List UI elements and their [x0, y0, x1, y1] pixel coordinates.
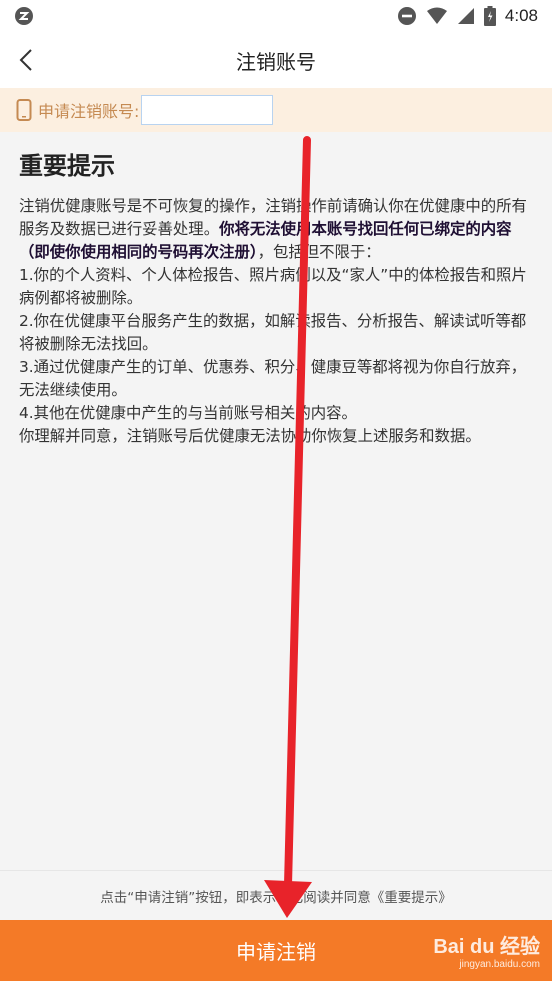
notice-item: 4.其他在优健康中产生的与当前账号相关的内容。 [19, 404, 357, 422]
notice-item: 1.你的个人资料、个人体检报告、照片病例以及“家人”中的体检报告和照片病例都将被… [19, 266, 527, 307]
status-bar: 4:08 [0, 0, 552, 32]
apply-deregister-button[interactable]: 申请注销 [0, 920, 552, 981]
status-icons: 4:08 [397, 6, 538, 26]
notice-content: 重要提示 注销优健康账号是不可恢复的操作，注销操作前请确认你在优健康中的所有服务… [0, 132, 552, 870]
notice-title: 重要提示 [19, 152, 115, 180]
account-label: 申请注销账号: [38, 102, 140, 121]
do-not-disturb-icon [397, 7, 416, 25]
notice-closing: 你理解并同意，注销账号后优健康无法协助你恢复上述服务和数据。 [19, 427, 481, 445]
chevron-left-icon [19, 49, 32, 71]
agreement-hint: 点击“申请注销”按钮，即表示你已阅读并同意《重要提示》 [0, 870, 552, 920]
status-time: 4:08 [504, 6, 538, 25]
notice-intro: 注销优健康账号是不可恢复的操作，注销操作前请确认你在优健康中的所有服务及数据已进… [19, 195, 532, 264]
wifi-icon [426, 7, 447, 24]
account-bar: 申请注销账号: [0, 88, 552, 132]
back-button[interactable] [12, 46, 40, 74]
phone-icon [16, 99, 32, 121]
signal-icon [457, 8, 474, 24]
account-input[interactable] [141, 95, 274, 125]
battery-icon [483, 6, 496, 26]
notice-item: 2.你在优健康平台服务产生的数据，如解读报告、分析报告、解读试听等都将被删除无法… [19, 312, 527, 353]
notice-item: 3.通过优健康产生的订单、优惠券、积分、健康豆等都将视为你自行放弃，无法继续使用… [19, 358, 527, 399]
page-title: 注销账号 [236, 49, 316, 74]
app-notification-icon [15, 7, 33, 25]
nav-bar: 注销账号 [0, 32, 552, 88]
notice-body: 注销优健康账号是不可恢复的操作，注销操作前请确认你在优健康中的所有服务及数据已进… [19, 195, 532, 448]
notice-intro-tail: ，包括但不限于： [257, 243, 381, 261]
